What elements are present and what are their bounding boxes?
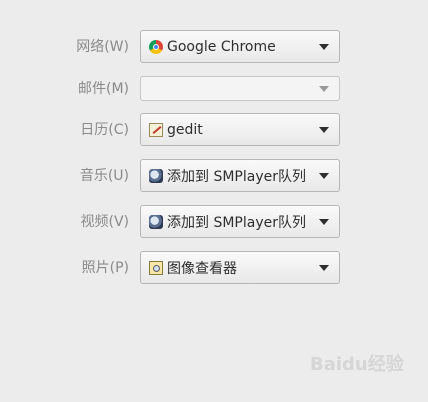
chevron-down-icon (319, 264, 329, 271)
mail-label: 邮件(M) (77, 81, 129, 97)
chevron-down-icon (319, 126, 329, 133)
web-app-combo[interactable]: Google Chrome (140, 30, 340, 63)
chevron-down-icon (319, 218, 329, 225)
chevron-down-icon (319, 172, 329, 179)
video-app-name: 添加到 SMPlayer队列 (167, 214, 306, 231)
smplayer-icon (149, 168, 163, 183)
web-app-name: Google Chrome (167, 38, 276, 55)
calendar-app-name: gedit (167, 121, 203, 138)
chrome-icon (149, 39, 163, 54)
photos-label: 照片(P) (81, 260, 129, 276)
video-label: 视频(V) (80, 214, 129, 230)
web-label: 网络(W) (76, 39, 129, 55)
calendar-app-combo[interactable]: gedit (140, 113, 340, 146)
mail-app-combo[interactable] (140, 76, 340, 101)
photos-app-combo[interactable]: 图像查看器 (140, 251, 340, 284)
chevron-down-icon (319, 85, 329, 92)
music-app-combo[interactable]: 添加到 SMPlayer队列 (140, 159, 340, 192)
baidu-watermark: Baidu经验 (310, 354, 404, 375)
smplayer-icon (149, 214, 163, 229)
image-viewer-icon (149, 260, 163, 275)
calendar-label: 日历(C) (80, 122, 129, 138)
music-app-name: 添加到 SMPlayer队列 (167, 168, 306, 185)
gedit-icon (149, 122, 163, 137)
video-app-combo[interactable]: 添加到 SMPlayer队列 (140, 205, 340, 238)
music-label: 音乐(U) (79, 168, 129, 184)
photos-app-name: 图像查看器 (167, 260, 237, 277)
chevron-down-icon (319, 43, 329, 50)
